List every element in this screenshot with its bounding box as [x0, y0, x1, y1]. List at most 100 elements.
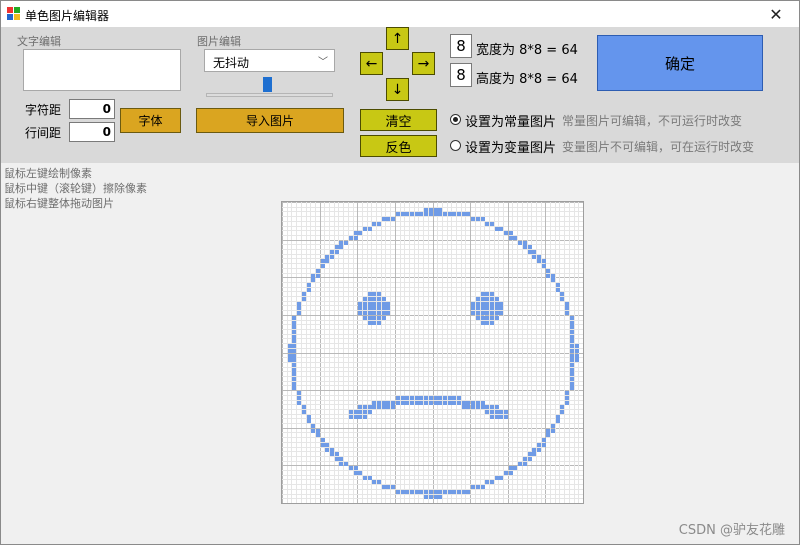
- pixel-cell[interactable]: [297, 391, 301, 395]
- pixel-cell[interactable]: [438, 396, 442, 400]
- pixel-cell[interactable]: [490, 316, 494, 320]
- pixel-cell[interactable]: [316, 429, 320, 433]
- pixel-cell[interactable]: [410, 490, 414, 494]
- pixel-cell[interactable]: [377, 297, 381, 301]
- pixel-cell[interactable]: [377, 222, 381, 226]
- pixel-cell[interactable]: [481, 405, 485, 409]
- pixel-cell[interactable]: [410, 396, 414, 400]
- pixel-cell[interactable]: [288, 349, 292, 353]
- pixel-cell[interactable]: [490, 311, 494, 315]
- pixel-cell[interactable]: [401, 401, 405, 405]
- pixel-cell[interactable]: [438, 490, 442, 494]
- pixel-cell[interactable]: [570, 316, 574, 320]
- pixel-cell[interactable]: [429, 208, 433, 212]
- pixel-cell[interactable]: [377, 306, 381, 310]
- pixel-cell[interactable]: [330, 448, 334, 452]
- pixel-cell[interactable]: [457, 490, 461, 494]
- pixel-cell[interactable]: [481, 297, 485, 301]
- pixel-cell[interactable]: [297, 306, 301, 310]
- pixel-cell[interactable]: [542, 259, 546, 263]
- pixel-cell[interactable]: [438, 401, 442, 405]
- pixel-cell[interactable]: [448, 490, 452, 494]
- pixel-cell[interactable]: [481, 321, 485, 325]
- pixel-cell[interactable]: [570, 368, 574, 372]
- invert-button[interactable]: 反色: [360, 135, 437, 157]
- pixel-cell[interactable]: [448, 396, 452, 400]
- pixel-cell[interactable]: [434, 495, 438, 499]
- pixel-cell[interactable]: [316, 269, 320, 273]
- pixel-cell[interactable]: [570, 321, 574, 325]
- pixel-cell[interactable]: [363, 311, 367, 315]
- pixel-cell[interactable]: [292, 349, 296, 353]
- pixel-cell[interactable]: [325, 259, 329, 263]
- pixel-cell[interactable]: [570, 382, 574, 386]
- pixel-cell[interactable]: [354, 231, 358, 235]
- pixel-cell[interactable]: [401, 396, 405, 400]
- pixel-cell[interactable]: [382, 217, 386, 221]
- pixel-cell[interactable]: [434, 401, 438, 405]
- pixel-cell[interactable]: [358, 231, 362, 235]
- pixel-cell[interactable]: [292, 344, 296, 348]
- pixel-cell[interactable]: [415, 401, 419, 405]
- pixel-canvas[interactable]: [281, 201, 584, 504]
- pixel-cell[interactable]: [476, 316, 480, 320]
- pixel-cell[interactable]: [499, 227, 503, 231]
- pixel-cell[interactable]: [368, 316, 372, 320]
- pixel-cell[interactable]: [288, 344, 292, 348]
- pixel-cell[interactable]: [462, 212, 466, 216]
- pixel-cell[interactable]: [372, 321, 376, 325]
- pixel-cell[interactable]: [495, 302, 499, 306]
- pixel-cell[interactable]: [386, 405, 390, 409]
- pixel-cell[interactable]: [368, 306, 372, 310]
- pixel-cell[interactable]: [297, 396, 301, 400]
- pixel-cell[interactable]: [372, 306, 376, 310]
- pixel-cell[interactable]: [570, 358, 574, 362]
- pixel-cell[interactable]: [292, 316, 296, 320]
- pixel-cell[interactable]: [481, 485, 485, 489]
- pixel-cell[interactable]: [452, 490, 456, 494]
- pixel-cell[interactable]: [382, 297, 386, 301]
- pixel-cell[interactable]: [415, 212, 419, 216]
- pixel-cell[interactable]: [542, 438, 546, 442]
- pixel-cell[interactable]: [485, 321, 489, 325]
- pixel-cell[interactable]: [462, 401, 466, 405]
- pixel-cell[interactable]: [297, 401, 301, 405]
- pixel-cell[interactable]: [311, 274, 315, 278]
- pixel-cell[interactable]: [443, 401, 447, 405]
- pixel-cell[interactable]: [462, 405, 466, 409]
- pixel-cell[interactable]: [391, 217, 395, 221]
- pixel-cell[interactable]: [396, 212, 400, 216]
- pixel-cell[interactable]: [560, 410, 564, 414]
- pixel-cell[interactable]: [499, 311, 503, 315]
- pixel-cell[interactable]: [429, 490, 433, 494]
- pixel-cell[interactable]: [499, 476, 503, 480]
- pixel-cell[interactable]: [386, 311, 390, 315]
- pixel-cell[interactable]: [481, 316, 485, 320]
- height-input[interactable]: 8: [450, 63, 472, 87]
- variable-image-radio[interactable]: [450, 140, 461, 151]
- pixel-cell[interactable]: [302, 292, 306, 296]
- pixel-cell[interactable]: [377, 401, 381, 405]
- pixel-cell[interactable]: [410, 401, 414, 405]
- font-button[interactable]: 字体: [120, 108, 181, 133]
- pixel-cell[interactable]: [438, 208, 442, 212]
- pixel-cell[interactable]: [382, 405, 386, 409]
- pixel-cell[interactable]: [570, 349, 574, 353]
- pixel-cell[interactable]: [354, 466, 358, 470]
- pixel-cell[interactable]: [415, 396, 419, 400]
- pixel-cell[interactable]: [349, 415, 353, 419]
- pixel-cell[interactable]: [560, 297, 564, 301]
- pixel-cell[interactable]: [499, 306, 503, 310]
- pixel-cell[interactable]: [354, 236, 358, 240]
- pixel-cell[interactable]: [448, 212, 452, 216]
- pixel-cell[interactable]: [330, 452, 334, 456]
- pixel-cell[interactable]: [542, 443, 546, 447]
- pixel-cell[interactable]: [401, 490, 405, 494]
- pixel-cell[interactable]: [382, 306, 386, 310]
- pixel-cell[interactable]: [495, 297, 499, 301]
- pixel-cell[interactable]: [368, 410, 372, 414]
- pixel-cell[interactable]: [575, 344, 579, 348]
- pixel-cell[interactable]: [386, 217, 390, 221]
- pixel-cell[interactable]: [438, 495, 442, 499]
- pixel-cell[interactable]: [372, 311, 376, 315]
